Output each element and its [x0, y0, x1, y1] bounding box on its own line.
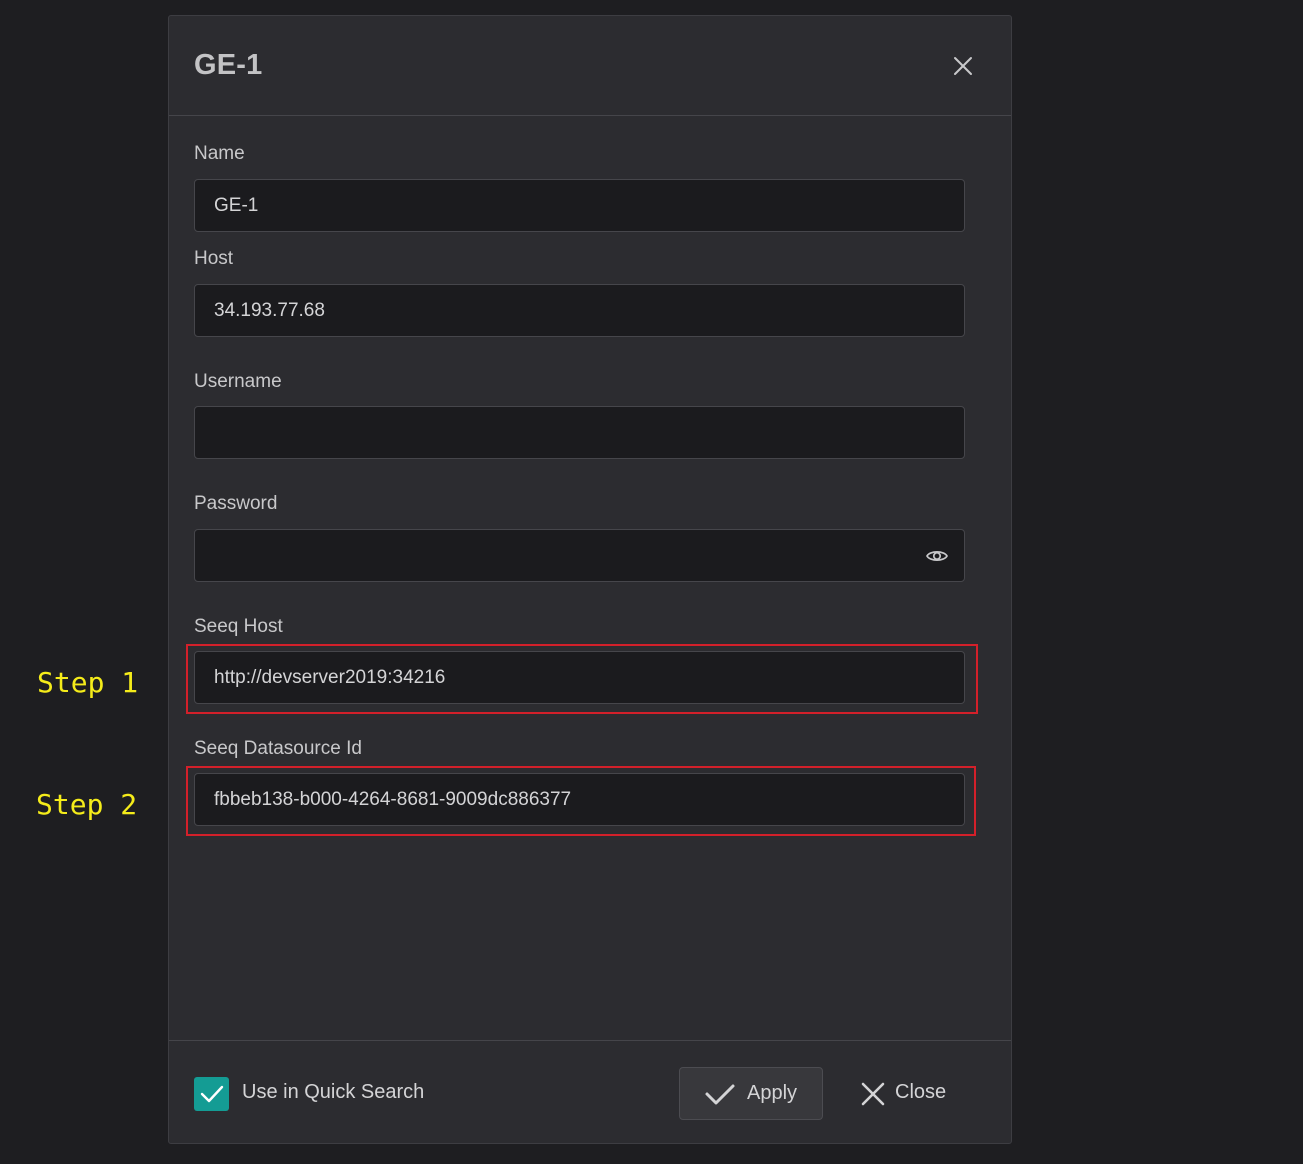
- step-2-annotation: Step 2: [36, 788, 138, 821]
- close-button-label: Close: [895, 1081, 947, 1103]
- seeq-host-label: Seeq Host: [194, 616, 283, 637]
- quick-search-checkbox[interactable]: [194, 1077, 229, 1111]
- quick-search-label[interactable]: Use in Quick Search: [242, 1081, 424, 1104]
- close-icon[interactable]: [951, 54, 975, 78]
- edit-connection-dialog: GE-1 Name Host Username Password Seeq Ho…: [168, 15, 1012, 1144]
- seeq-host-input[interactable]: [194, 651, 965, 704]
- name-input[interactable]: [194, 179, 965, 232]
- host-input[interactable]: [194, 284, 965, 337]
- close-icon: [861, 1082, 885, 1106]
- step-1-annotation: Step 1: [37, 666, 139, 699]
- host-label: Host: [194, 248, 234, 269]
- username-input[interactable]: [194, 406, 965, 459]
- username-label: Username: [194, 371, 282, 392]
- password-label: Password: [194, 493, 278, 514]
- close-button[interactable]: Close: [849, 1067, 959, 1120]
- check-icon: [705, 1084, 735, 1105]
- apply-button-label: Apply: [747, 1082, 798, 1104]
- checkmark-icon: [200, 1085, 224, 1103]
- dialog-title: GE-1: [194, 49, 263, 81]
- dialog-footer: Use in Quick Search Apply Close: [169, 1040, 1011, 1145]
- eye-icon[interactable]: [925, 544, 949, 568]
- apply-button[interactable]: Apply: [679, 1067, 823, 1120]
- password-input[interactable]: [194, 529, 965, 582]
- seeq-datasource-id-label: Seeq Datasource Id: [194, 738, 362, 759]
- seeq-datasource-id-input[interactable]: [194, 773, 965, 826]
- name-label: Name: [194, 143, 245, 164]
- dialog-header: GE-1: [169, 16, 1011, 116]
